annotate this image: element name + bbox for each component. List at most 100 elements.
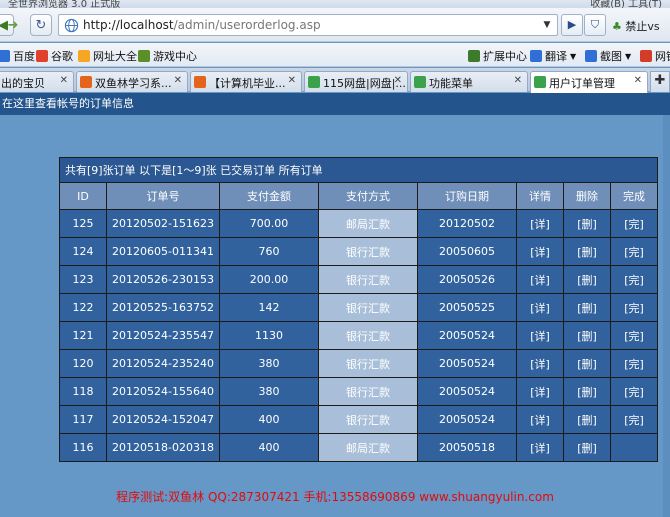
- order-table: 共有[9]张订单 以下是[1～9]张 已交易订单 所有订单 ID 订单号 支付金…: [59, 157, 659, 462]
- order-amount: 400: [220, 434, 318, 461]
- complete-link[interactable]: [完]: [611, 266, 658, 293]
- navigation-bar: ◀ ➜ ↻ http://localhost/admin/userorderlo…: [0, 8, 670, 42]
- user-label: 禁止vs: [625, 20, 660, 33]
- extension-icon: [468, 50, 480, 62]
- screenshot-button[interactable]: 截图 ▼: [585, 48, 631, 64]
- tab-order-management[interactable]: 用户订单管理 ✕: [530, 71, 648, 93]
- complete-link[interactable]: [611, 434, 658, 461]
- go-arrow-icon: ▶: [567, 18, 577, 31]
- table-row: 121 20120524-235547 1130 银行汇款 20050524 [详] [删]…: [60, 322, 658, 349]
- order-amount: 760: [220, 238, 318, 265]
- close-icon[interactable]: ✕: [288, 75, 296, 86]
- tab-function-menu[interactable]: 功能菜单 ✕: [410, 71, 528, 92]
- payment-method: 邮局汇款: [319, 434, 417, 461]
- table-row: 116 20120518-020318 400 邮局汇款 20050518 [详] [删]: [60, 434, 658, 461]
- complete-link[interactable]: [完]: [611, 238, 658, 265]
- col-header-id: ID: [60, 183, 106, 209]
- detail-link[interactable]: [详]: [517, 350, 563, 377]
- translate-dropdown-icon[interactable]: ▼: [570, 52, 576, 61]
- detail-link[interactable]: [详]: [517, 294, 563, 321]
- extension-center[interactable]: 扩展中心: [468, 48, 527, 64]
- screenshot-dropdown-icon[interactable]: ▼: [625, 52, 631, 61]
- detail-link[interactable]: [详]: [517, 434, 563, 461]
- close-icon[interactable]: ✕: [174, 75, 182, 86]
- order-date: 20120502: [418, 210, 516, 237]
- delete-link[interactable]: [删]: [564, 434, 610, 461]
- new-tab-button[interactable]: ✚: [650, 71, 670, 92]
- window-menu[interactable]: 收藏(B) 工具(T): [590, 0, 662, 8]
- complete-link[interactable]: [完]: [611, 350, 658, 377]
- detail-link[interactable]: [详]: [517, 238, 563, 265]
- site-favicon-icon: [80, 76, 92, 88]
- refresh-icon: ↻: [35, 17, 47, 33]
- delete-link[interactable]: [删]: [564, 378, 610, 405]
- security-button[interactable]: ⛉: [584, 14, 606, 36]
- bookmark-google[interactable]: 谷歌: [36, 48, 73, 64]
- page-scroll-area: [663, 115, 670, 517]
- order-date: 20050518: [418, 434, 516, 461]
- address-bar[interactable]: http://localhost/admin/userorderlog.asp …: [58, 14, 558, 36]
- col-header-date: 订购日期: [418, 183, 516, 209]
- order-date: 20050526: [418, 266, 516, 293]
- go-button[interactable]: ▶: [561, 14, 583, 36]
- close-icon[interactable]: ✕: [394, 75, 402, 86]
- bookmark-bar: 百度 谷歌 网址大全 游戏中心 扩展中心 翻译 ▼ 截图 ▼ 网银: [0, 43, 670, 67]
- tab-shuangyulin[interactable]: 双鱼林学习系... ✕: [76, 71, 188, 92]
- user-menu[interactable]: ♣ 禁止vs: [612, 18, 660, 34]
- baidu-icon: [0, 50, 10, 62]
- delete-link[interactable]: [删]: [564, 210, 610, 237]
- refresh-button[interactable]: ↻: [30, 14, 52, 36]
- order-id: 123: [60, 266, 106, 293]
- forward-button[interactable]: ➜: [4, 14, 22, 36]
- summary-text: 共有[9]张订单 以下是[1～9]张 已交易订单 所有订单: [60, 158, 658, 182]
- order-number: 20120524-152047: [107, 406, 219, 433]
- order-number: 20120525-163752: [107, 294, 219, 321]
- col-header-method: 支付方式: [319, 183, 417, 209]
- delete-link[interactable]: [删]: [564, 322, 610, 349]
- close-icon[interactable]: ✕: [60, 75, 68, 86]
- order-date: 20050524: [418, 350, 516, 377]
- bookmark-games[interactable]: 游戏中心: [138, 48, 197, 64]
- tab-115[interactable]: 115网盘|网盘|... ✕: [304, 71, 408, 92]
- detail-link[interactable]: [详]: [517, 266, 563, 293]
- gamepad-icon: [138, 50, 150, 62]
- order-amount: 142: [220, 294, 318, 321]
- complete-link[interactable]: [完]: [611, 294, 658, 321]
- order-id: 125: [60, 210, 106, 237]
- translate-button[interactable]: 翻译 ▼: [530, 48, 576, 64]
- order-amount: 400: [220, 406, 318, 433]
- tab-baobei[interactable]: 出的宝贝 ✕: [0, 71, 74, 92]
- page-icon: [414, 76, 426, 88]
- close-icon[interactable]: ✕: [634, 75, 642, 86]
- complete-link[interactable]: [完]: [611, 378, 658, 405]
- complete-link[interactable]: [完]: [611, 210, 658, 237]
- order-id: 118: [60, 378, 106, 405]
- order-amount: 380: [220, 378, 318, 405]
- bookmark-baidu[interactable]: 百度: [0, 48, 35, 64]
- detail-link[interactable]: [详]: [517, 406, 563, 433]
- netbank-button[interactable]: 网银: [640, 48, 670, 64]
- site-nav-icon: [78, 50, 90, 62]
- payment-method: 银行汇款: [319, 294, 417, 321]
- delete-link[interactable]: [删]: [564, 294, 610, 321]
- complete-link[interactable]: [完]: [611, 406, 658, 433]
- order-amount: 700.00: [220, 210, 318, 237]
- forward-arrow-icon: ➜: [7, 17, 19, 33]
- delete-link[interactable]: [删]: [564, 238, 610, 265]
- detail-link[interactable]: [详]: [517, 378, 563, 405]
- order-number: 20120518-020318: [107, 434, 219, 461]
- window-title: 全世界浏览器 3.0 正式版: [8, 0, 121, 8]
- close-icon[interactable]: ✕: [514, 75, 522, 86]
- detail-link[interactable]: [详]: [517, 322, 563, 349]
- delete-link[interactable]: [删]: [564, 266, 610, 293]
- tab-graduation[interactable]: 【计算机毕业... ✕: [190, 71, 302, 92]
- detail-link[interactable]: [详]: [517, 210, 563, 237]
- delete-link[interactable]: [删]: [564, 406, 610, 433]
- complete-link[interactable]: [完]: [611, 322, 658, 349]
- order-date: 20050605: [418, 238, 516, 265]
- payment-method: 银行汇款: [319, 350, 417, 377]
- address-dropdown-icon[interactable]: ▼: [539, 17, 555, 33]
- bookmark-hao[interactable]: 网址大全: [78, 48, 137, 64]
- shield-icon: ⛉: [590, 18, 600, 31]
- delete-link[interactable]: [删]: [564, 350, 610, 377]
